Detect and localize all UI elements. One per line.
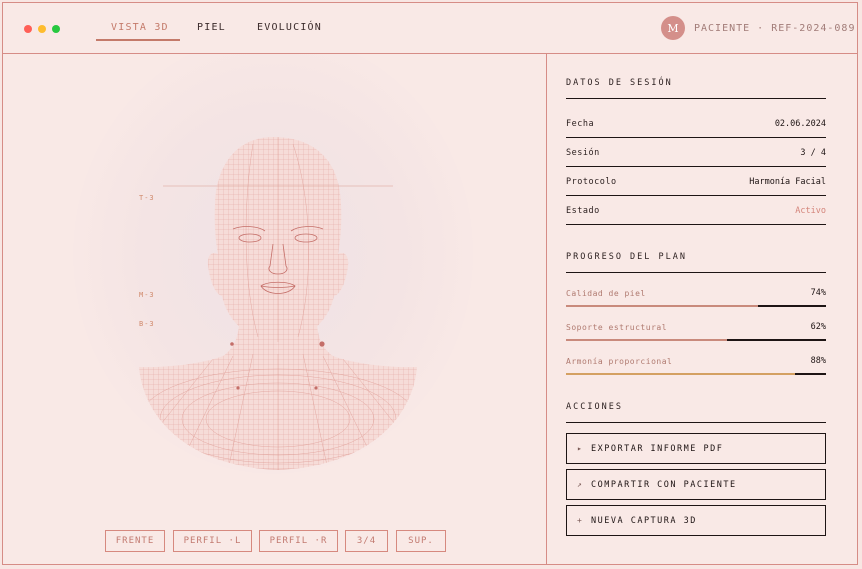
progress-fill xyxy=(566,339,728,341)
protocol-value: Harmonía Facial xyxy=(749,177,826,187)
plan-item-percent: 88% xyxy=(810,356,826,366)
marker-m3: M-3 xyxy=(139,291,155,299)
divider xyxy=(566,137,826,138)
view-three-quarter-button[interactable]: 3/4 xyxy=(345,530,388,552)
tab-vista-3d[interactable]: VISTA 3D xyxy=(111,22,169,33)
export-pdf-button[interactable]: ▸ EXPORTAR INFORME PDF xyxy=(566,433,826,464)
marker-t3: T-3 xyxy=(139,194,155,202)
plan-item-label: Armonía proporcional xyxy=(566,357,673,366)
app-window: VISTA 3D PIEL EVOLUCIÓN M PACIENTE · REF… xyxy=(2,2,858,565)
session-row-label: Sesión xyxy=(566,148,600,158)
session-section-title: DATOS DE SESIÓN xyxy=(566,78,673,88)
landmark-point xyxy=(230,342,234,346)
landmark-point xyxy=(319,341,325,347)
plan-item-label: Soporte estructural xyxy=(566,323,668,332)
session-row-label: Fecha xyxy=(566,119,595,129)
maximize-window-button[interactable] xyxy=(52,25,60,33)
landmark-point xyxy=(236,386,240,390)
progress-bar xyxy=(566,373,826,375)
progress-fill xyxy=(566,305,759,307)
divider xyxy=(566,224,826,225)
divider xyxy=(566,195,826,196)
progress-bar xyxy=(566,339,826,341)
divider xyxy=(566,166,826,167)
action-label: NUEVA CAPTURA 3D xyxy=(591,516,697,526)
tab-piel[interactable]: PIEL xyxy=(197,22,226,33)
close-window-button[interactable] xyxy=(24,25,32,33)
action-label: COMPARTIR CON PACIENTE xyxy=(591,480,737,490)
top-bar: VISTA 3D PIEL EVOLUCIÓN M PACIENTE · REF… xyxy=(3,3,857,54)
view-profile-right-button[interactable]: PERFIL ·R xyxy=(259,530,338,552)
progress-bar xyxy=(566,305,826,307)
divider xyxy=(566,422,826,423)
session-row-label: Estado xyxy=(566,206,600,216)
landmark-point xyxy=(314,386,318,390)
plan-item-label: Calidad de piel xyxy=(566,289,646,298)
view-front-button[interactable]: FRENTE xyxy=(105,530,165,552)
view-top-button[interactable]: SUP. xyxy=(396,530,446,552)
plan-section-title: PROGRESO DEL PLAN xyxy=(566,252,687,262)
progress-fill xyxy=(566,373,795,375)
tab-evolucion[interactable]: EVOLUCIÓN xyxy=(257,22,322,33)
avatar[interactable]: M xyxy=(661,16,685,40)
mesh-surface xyxy=(139,137,417,470)
actions-section-title: ACCIONES xyxy=(566,402,623,412)
session-number-value: 3 / 4 xyxy=(800,148,826,158)
plan-item-percent: 62% xyxy=(810,322,826,332)
divider xyxy=(566,98,826,99)
new-3d-capture-button[interactable]: + NUEVA CAPTURA 3D xyxy=(566,505,826,536)
active-tab-indicator xyxy=(96,39,180,41)
divider xyxy=(566,272,826,273)
status-badge: Activo xyxy=(795,206,826,216)
avatar-initial: M xyxy=(667,21,679,35)
share-with-patient-button[interactable]: ↗ COMPARTIR CON PACIENTE xyxy=(566,469,826,500)
3d-viewer[interactable]: T-3 M-3 B-3 FRENTE PERFIL ·L PERFIL ·R 3… xyxy=(3,54,547,565)
marker-b3: B-3 xyxy=(139,320,155,328)
session-row-label: Protocolo xyxy=(566,177,617,187)
minimize-window-button[interactable] xyxy=(38,25,46,33)
session-date-value: 02.06.2024 xyxy=(774,119,826,129)
share-arrow-icon: ↗ xyxy=(577,480,584,489)
patient-reference: PACIENTE · REF-2024-089 xyxy=(694,23,856,34)
play-icon: ▸ xyxy=(577,444,584,453)
face-mesh-model[interactable] xyxy=(3,54,547,565)
plus-icon: + xyxy=(577,516,584,525)
view-profile-left-button[interactable]: PERFIL ·L xyxy=(173,530,252,552)
plan-item-percent: 74% xyxy=(810,288,826,298)
action-label: EXPORTAR INFORME PDF xyxy=(591,444,724,454)
